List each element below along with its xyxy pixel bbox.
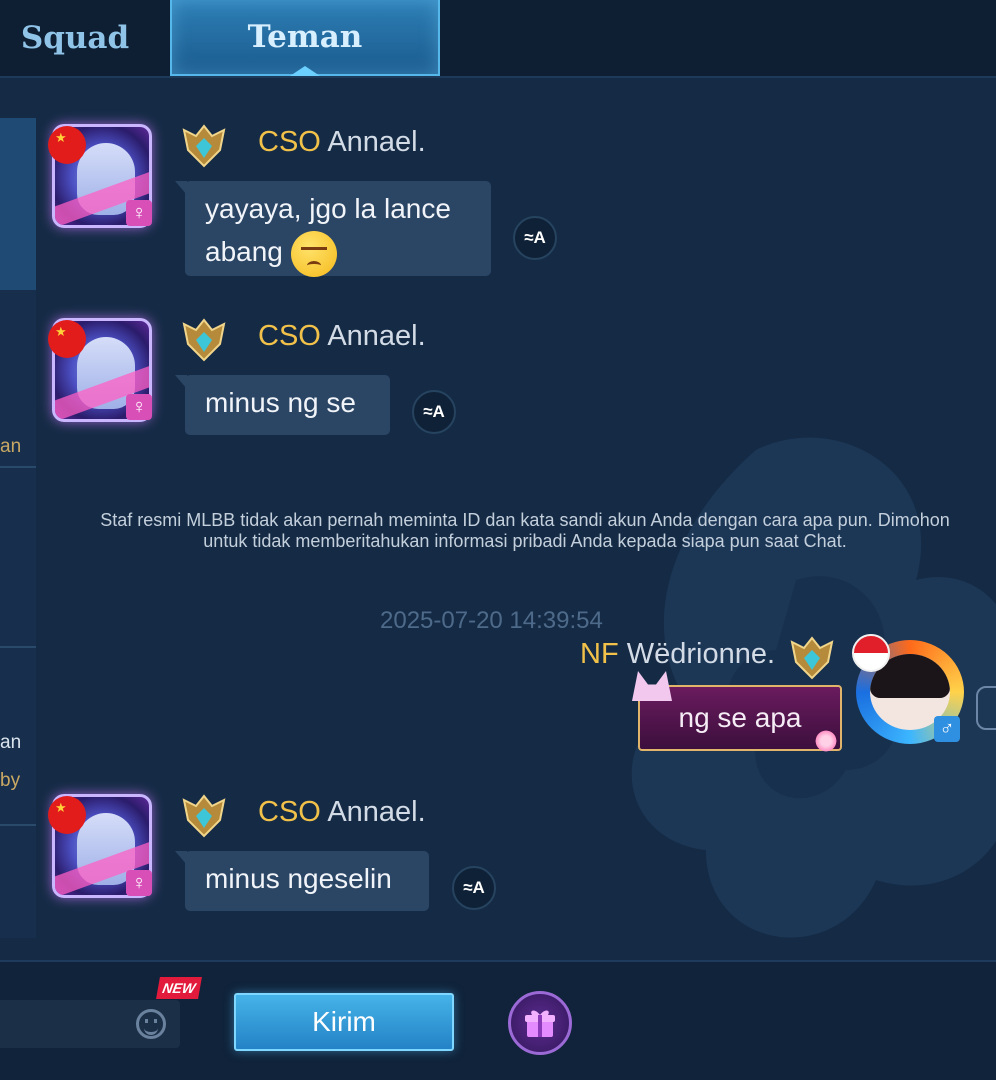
message-bubble[interactable]: minus ngeselin: [175, 851, 429, 911]
sender-name: CSO Annael.: [258, 320, 426, 353]
rank-mythic-icon: [790, 636, 834, 680]
message-text: minus ng se: [205, 387, 356, 418]
gift-icon: [525, 1010, 555, 1037]
rank-mythic-icon: [182, 794, 226, 838]
sender-nickname: Annael.: [327, 320, 426, 352]
own-avatar[interactable]: ♂: [852, 634, 970, 746]
message-text: ng se apa: [678, 702, 802, 733]
indonesia-flag-icon: [852, 634, 890, 672]
translate-button[interactable]: ≈A: [412, 390, 456, 434]
female-gender-icon: ♀: [126, 870, 152, 896]
side-panel-button[interactable]: [976, 686, 996, 730]
female-gender-icon: ♀: [126, 394, 152, 420]
translate-button[interactable]: ≈A: [513, 216, 557, 260]
security-notice: Staf resmi MLBB tidak akan pernah memint…: [100, 510, 950, 551]
sender-name: CSO Annael.: [258, 796, 426, 829]
china-flag-icon: ★: [48, 126, 86, 164]
avatar[interactable]: ★ ♀: [48, 790, 156, 902]
message-bubble[interactable]: yayaya, jgo la lance abang: [175, 181, 491, 277]
sender-nickname: Wëdrionne.: [626, 638, 776, 670]
send-button[interactable]: Kirim: [234, 993, 454, 1051]
avatar[interactable]: ★ ♀: [48, 120, 156, 232]
china-flag-icon: ★: [48, 796, 86, 834]
sender-tag: CSO: [258, 320, 321, 352]
list-divider: [0, 646, 36, 648]
translate-button[interactable]: ≈A: [452, 866, 496, 910]
flower-decoration-icon: [814, 729, 838, 753]
emoji-picker-icon[interactable]: [136, 1009, 166, 1039]
squint-face-emoji-icon: [290, 230, 337, 277]
sender-nickname: Annael.: [327, 126, 426, 158]
friend-list-item-selected[interactable]: [0, 118, 36, 290]
list-item-fragment: by: [0, 770, 21, 791]
active-tab-indicator: [290, 66, 320, 76]
message-bubble[interactable]: minus ng se: [175, 375, 390, 435]
own-sender-name: NF Wëdrionne.: [580, 638, 775, 671]
sender-tag: NF: [580, 638, 619, 670]
rank-mythic-icon: [182, 124, 226, 168]
list-divider: [0, 824, 36, 826]
sender-tag: CSO: [258, 796, 321, 828]
tab-teman-label: Teman: [247, 19, 363, 55]
message-text: abang: [205, 236, 283, 267]
male-gender-icon: ♂: [934, 716, 960, 742]
message-text: minus ngeselin: [205, 863, 392, 894]
female-gender-icon: ♀: [126, 200, 152, 226]
rank-mythic-icon: [182, 318, 226, 362]
message-timestamp: 2025-07-20 14:39:54: [380, 607, 603, 634]
list-item-fragment: an: [0, 436, 22, 457]
list-item-fragment: an: [0, 732, 22, 753]
sender-nickname: Annael.: [327, 796, 426, 828]
tab-squad[interactable]: Squad: [0, 0, 150, 76]
friend-list-strip[interactable]: an an by: [0, 118, 36, 938]
list-divider: [0, 466, 36, 468]
sender-name: CSO Annael.: [258, 126, 426, 159]
new-badge: NEW: [156, 977, 202, 999]
own-message-bubble[interactable]: ng se apa: [632, 671, 842, 753]
sender-tag: CSO: [258, 126, 321, 158]
tab-teman[interactable]: Teman: [170, 0, 440, 76]
china-flag-icon: ★: [48, 320, 86, 358]
avatar[interactable]: ★ ♀: [48, 314, 156, 426]
gift-button[interactable]: [508, 991, 572, 1055]
tab-bar: Squad Teman: [0, 0, 996, 78]
message-text: yayaya, jgo la lance: [205, 193, 451, 224]
